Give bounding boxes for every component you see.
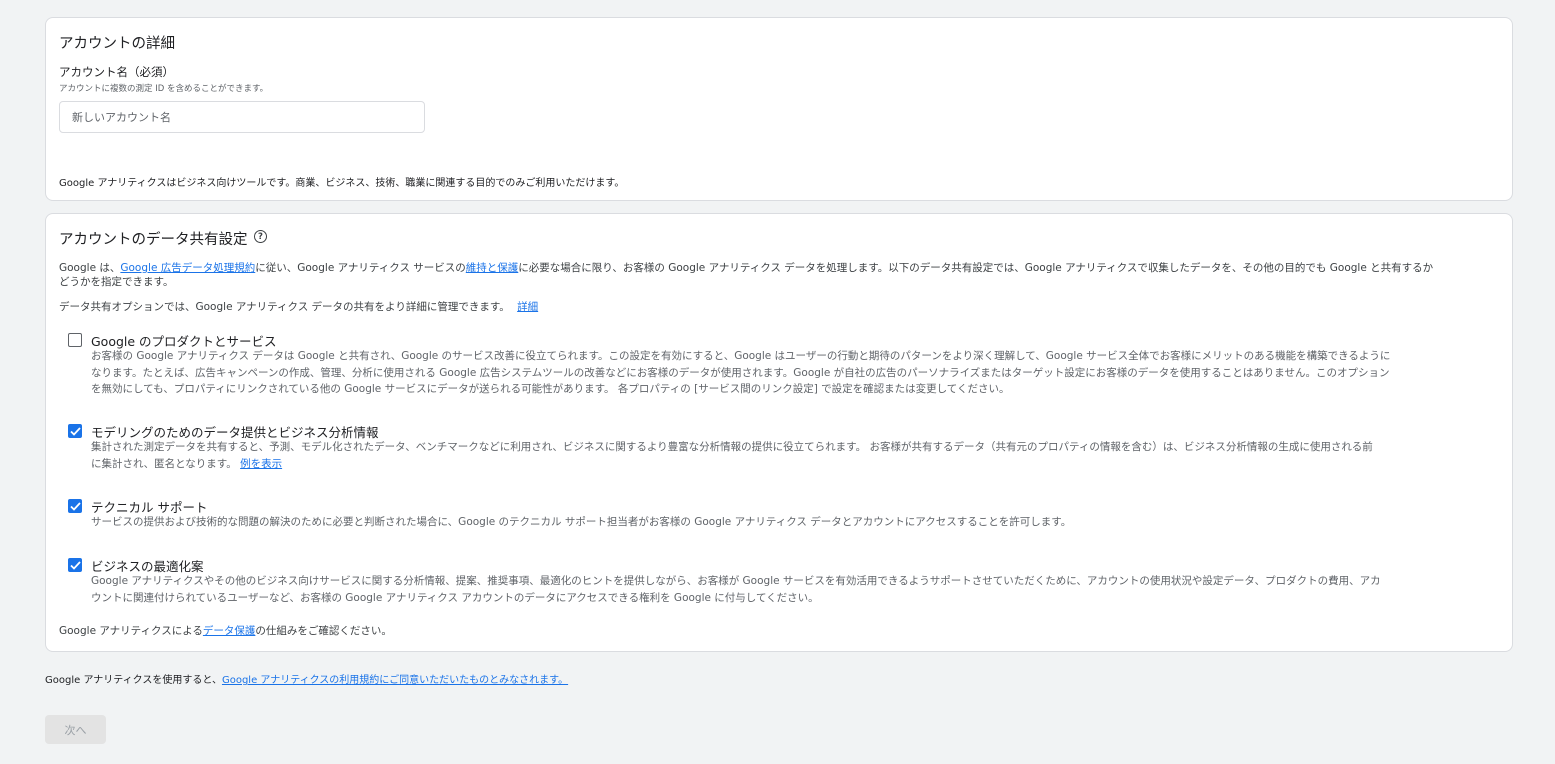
business-notice: Google アナリティクスはビジネス向けツールです。商業、ビジネス、技術、職業… xyxy=(59,178,625,189)
terms-notice: Google アナリティクスを使用すると、Google アナリティクスの利用規約… xyxy=(45,671,568,686)
options-note: データ共有オプションでは、Google アナリティクス データの共有をより詳細に… xyxy=(59,299,538,314)
data-sharing-heading: アカウントのデータ共有設定 xyxy=(59,232,248,248)
data-sharing-intro-line2: どうかを指定できます。 xyxy=(59,276,174,288)
technical-support-checkbox[interactable] xyxy=(68,499,82,513)
check-icon xyxy=(69,426,81,436)
maintain-protect-link[interactable]: 維持と保護 xyxy=(466,262,519,274)
footer-text-1: Google アナリティクスによる xyxy=(59,625,203,637)
details-link[interactable]: 詳細 xyxy=(517,301,538,313)
google-products-description: お客様の Google アナリティクス データは Google と共有され、Go… xyxy=(91,348,1491,398)
technical-support-description: サービスの提供および技術的な問題の解決のために必要と判断された場合に、Googl… xyxy=(91,514,1491,531)
desc-line: に集計され、匿名となります。 例を表示 xyxy=(91,456,1491,473)
show-example-link[interactable]: 例を表示 xyxy=(240,458,282,470)
google-products-checkbox[interactable] xyxy=(68,333,82,347)
footer-text-2: の仕組みをご確認ください。 xyxy=(255,625,392,637)
desc-line-text: に集計され、匿名となります。 xyxy=(91,457,237,470)
account-details-card: アカウントの詳細 アカウント名（必須） アカウントに複数の測定 ID を含めるこ… xyxy=(45,17,1513,201)
account-details-heading: アカウントの詳細 xyxy=(59,36,175,52)
next-button[interactable]: 次へ xyxy=(45,715,106,744)
business-optimization-description: Google アナリティクスやその他のビジネス向けサービスに関する分析情報、提案… xyxy=(91,573,1491,606)
data-protection-link[interactable]: データ保護 xyxy=(203,625,256,637)
help-circle-icon[interactable]: ? xyxy=(254,230,267,243)
modeling-description: 集計された測定データを共有すると、予測、モデル化されたデータ、ベンチマークなどに… xyxy=(91,439,1491,472)
desc-line: Google アナリティクスやその他のビジネス向けサービスに関する分析情報、提案… xyxy=(91,575,1381,587)
data-protection-footer: Google アナリティクスによるデータ保護の仕組みをご確認ください。 xyxy=(59,623,392,638)
account-name-label: アカウント名（必須） xyxy=(59,65,174,79)
desc-line: ウントに関連付けられているユーザーなど、お客様の Google アナリティクス … xyxy=(91,591,819,604)
desc-line: なります。たとえば、広告キャンペーンの作成、管理、分析に使用される Google… xyxy=(91,366,1390,379)
business-optimization-checkbox[interactable] xyxy=(68,558,82,572)
account-name-input[interactable] xyxy=(59,101,425,133)
desc-line: 集計された測定データを共有すると、予測、モデル化されたデータ、ベンチマークなどに… xyxy=(91,441,1373,453)
intro-text-3: に必要な場合に限り、お客様の Google アナリティクス データを処理します。… xyxy=(518,262,1434,274)
account-name-hint: アカウントに複数の測定 ID を含めることができます。 xyxy=(59,84,269,94)
check-icon xyxy=(69,560,81,570)
options-note-text: データ共有オプションでは、Google アナリティクス データの共有をより詳細に… xyxy=(59,301,510,313)
intro-text-1: Google は、 xyxy=(59,262,121,274)
ads-data-processing-terms-link[interactable]: Google 広告データ処理規約 xyxy=(120,262,255,274)
modeling-checkbox[interactable] xyxy=(68,424,82,438)
data-sharing-intro: Google は、Google 広告データ処理規約に従い、Google アナリテ… xyxy=(59,260,1433,275)
desc-line: お客様の Google アナリティクス データは Google と共有され、Go… xyxy=(91,350,1391,362)
intro-text-2: に従い、Google アナリティクス サービスの xyxy=(255,262,466,274)
terms-link[interactable]: Google アナリティクスの利用規約にご同意いただいたものとみなされます。 xyxy=(222,675,568,686)
terms-prefix: Google アナリティクスを使用すると、 xyxy=(45,675,222,686)
desc-line: を無効にしても、プロパティにリンクされている他の Google サービスにデータ… xyxy=(91,383,1010,395)
desc-line: サービスの提供および技術的な問題の解決のために必要と判断された場合に、Googl… xyxy=(91,516,1072,528)
data-sharing-card: アカウントのデータ共有設定 ? Google は、Google 広告データ処理規… xyxy=(45,213,1513,652)
check-icon xyxy=(69,501,81,511)
